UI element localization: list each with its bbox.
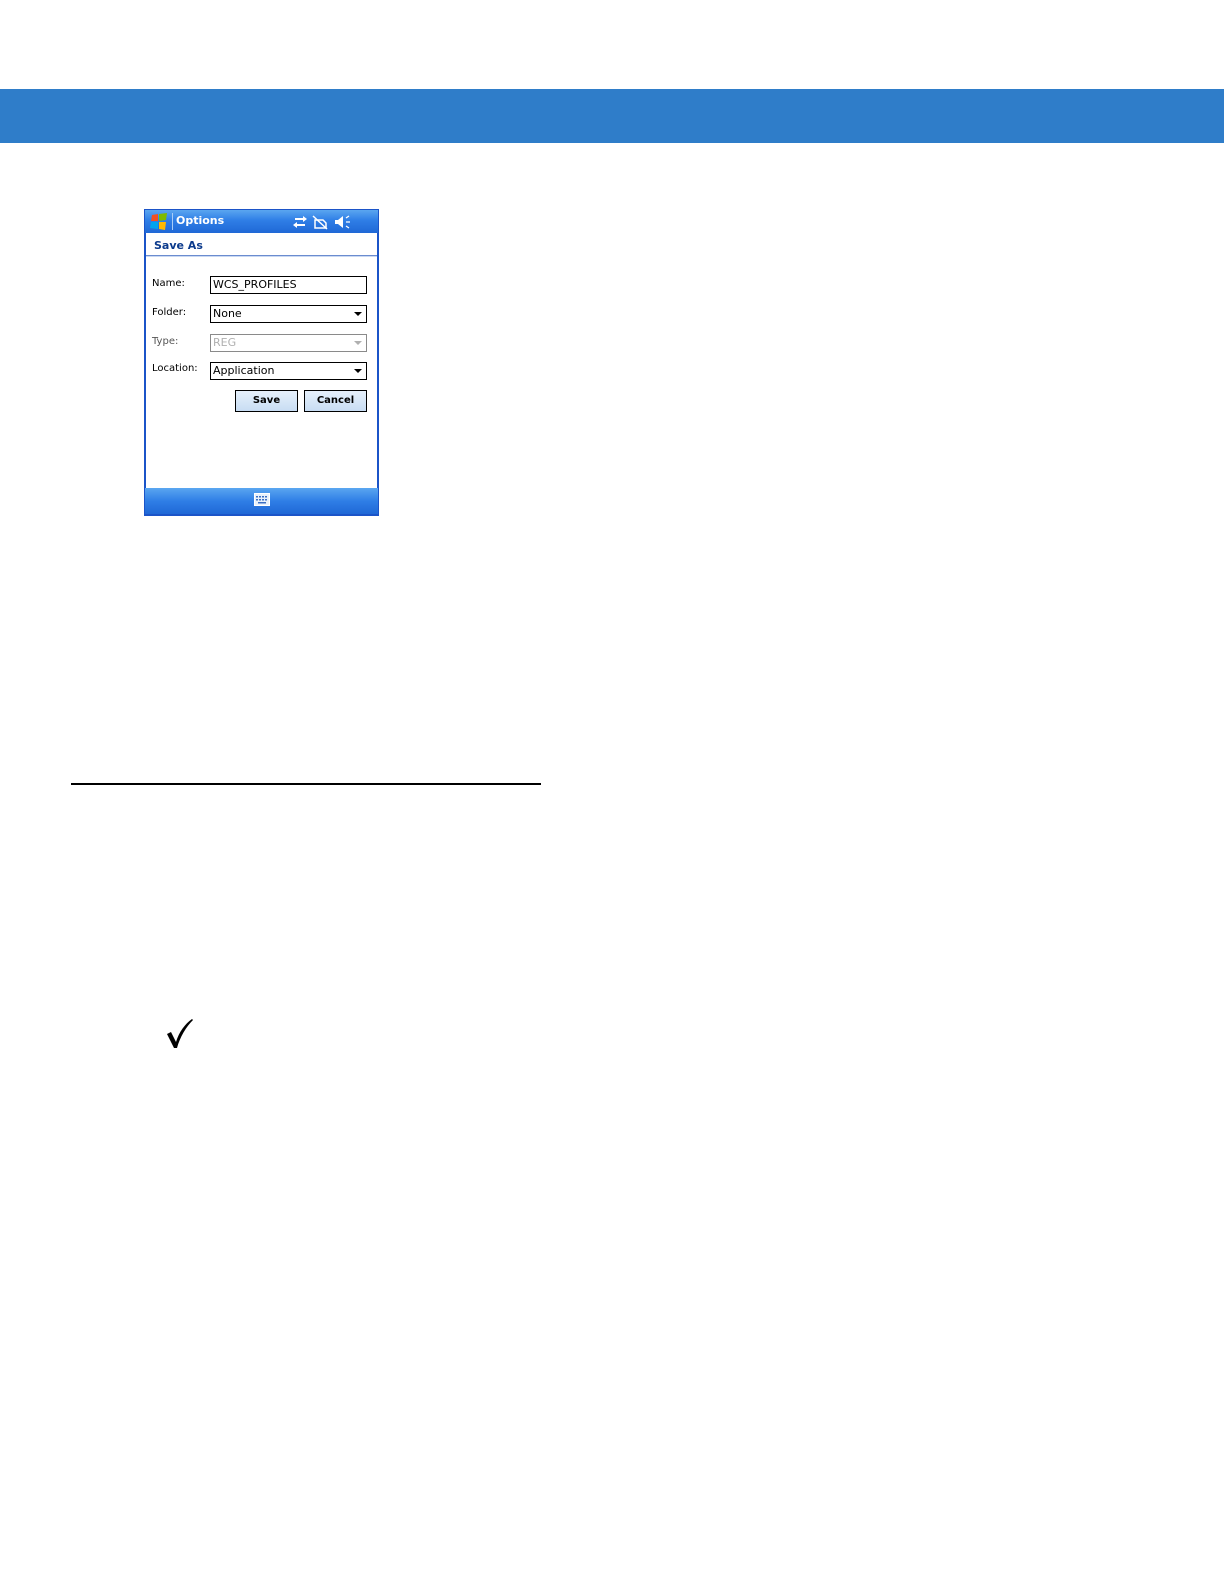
menu-bar xyxy=(145,488,378,514)
chevron-down-icon[interactable] xyxy=(354,312,362,316)
subtitle-divider-shadow xyxy=(146,256,377,257)
save-button[interactable]: Save xyxy=(235,390,298,412)
name-label: Name: xyxy=(152,278,185,289)
folder-value: None xyxy=(213,307,242,320)
location-label: Location: xyxy=(152,363,198,374)
chapter-header-band xyxy=(0,89,1224,143)
checkmark-icon xyxy=(167,1019,193,1048)
section-divider xyxy=(71,783,541,785)
chevron-down-icon xyxy=(354,341,362,345)
volume-icon[interactable] xyxy=(335,215,350,229)
title-bar: Options xyxy=(145,210,378,233)
type-dropdown: REG xyxy=(210,334,367,352)
status-icons xyxy=(293,215,350,230)
chevron-down-icon[interactable] xyxy=(354,369,362,373)
connectivity-icon[interactable] xyxy=(293,216,307,228)
title-separator xyxy=(172,213,173,230)
dialog-client-area: Save As Name: WCS_PROFILES Folder: None … xyxy=(146,233,377,488)
windows-start-icon[interactable] xyxy=(150,213,168,230)
location-value: Application xyxy=(213,364,275,377)
window-title: Options xyxy=(176,214,225,227)
name-value: WCS_PROFILES xyxy=(213,278,297,291)
type-value: REG xyxy=(213,336,237,349)
dialog-subtitle: Save As xyxy=(154,239,203,252)
name-input[interactable]: WCS_PROFILES xyxy=(210,276,367,294)
cancel-button[interactable]: Cancel xyxy=(304,390,367,412)
folder-dropdown[interactable]: None xyxy=(210,305,367,323)
location-dropdown[interactable]: Application xyxy=(210,362,367,380)
battery-icon[interactable] xyxy=(312,215,328,230)
device-screenshot: Options Save As Name: WCS_PROFILES Folde… xyxy=(144,209,379,516)
keyboard-icon[interactable] xyxy=(254,493,270,506)
type-label: Type: xyxy=(152,336,179,347)
folder-label: Folder: xyxy=(152,307,187,318)
